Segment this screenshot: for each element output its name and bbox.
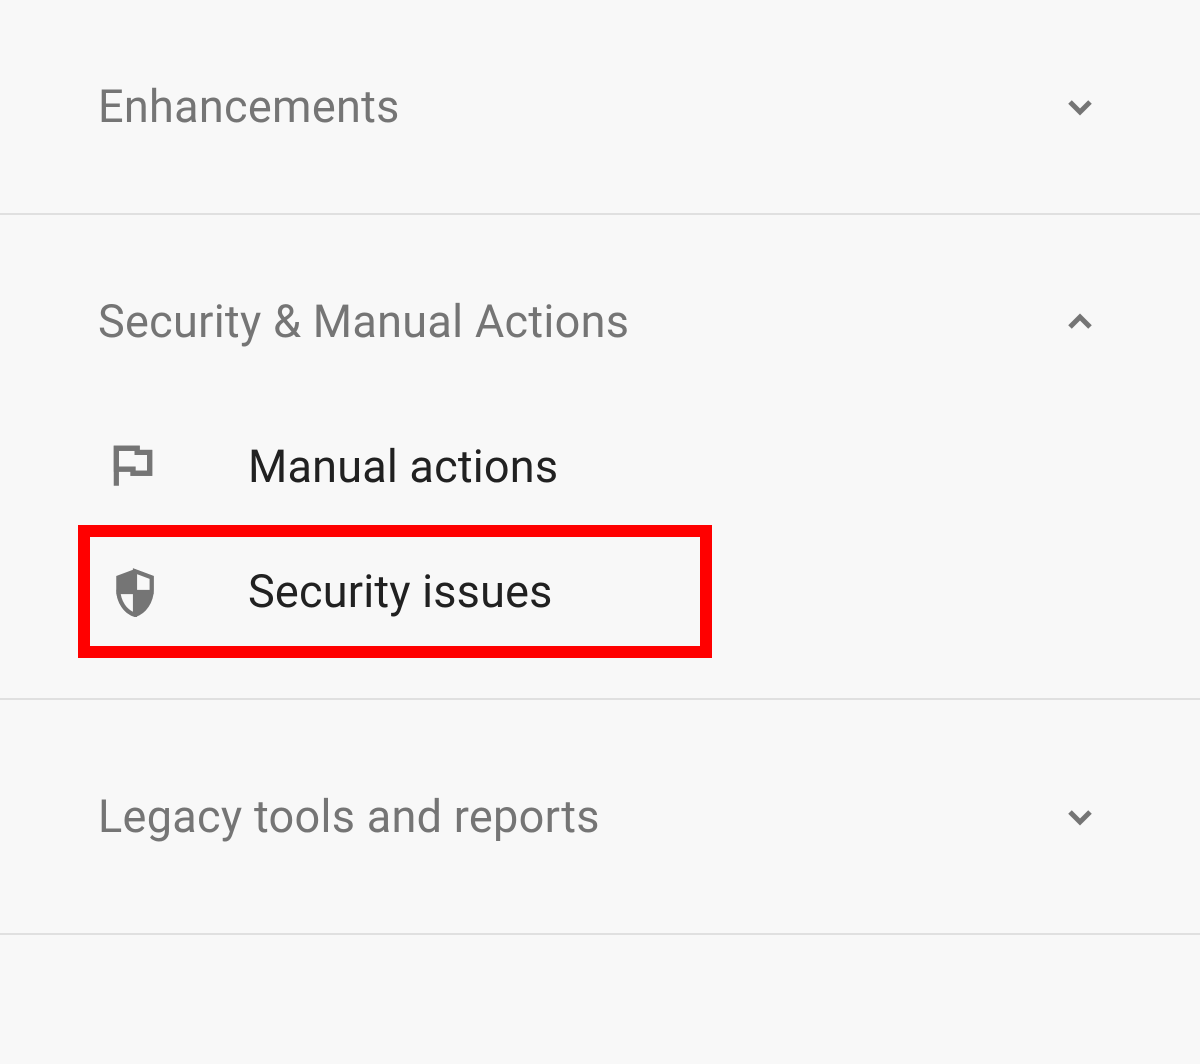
sidebar-item-security-issues[interactable]: Security issues <box>78 525 712 658</box>
flag-icon <box>108 442 158 492</box>
sidebar-item-label: Security issues <box>248 565 553 618</box>
sidebar-item-manual-actions[interactable]: Manual actions <box>0 418 1200 515</box>
sidebar-item-label: Manual actions <box>248 440 558 493</box>
section-title: Legacy tools and reports <box>98 790 600 843</box>
section-title: Security & Manual Actions <box>98 295 629 348</box>
section-header-legacy-tools[interactable]: Legacy tools and reports <box>0 700 1200 933</box>
sidebar-section-enhancements: Enhancements <box>0 0 1200 215</box>
sidebar-section-legacy-tools: Legacy tools and reports <box>0 700 1200 935</box>
section-title: Enhancements <box>98 80 400 133</box>
sidebar-section-security-manual-actions: Security & Manual Actions Manual actions <box>0 215 1200 700</box>
chevron-down-icon <box>1060 797 1100 837</box>
chevron-up-icon <box>1060 302 1100 342</box>
chevron-down-icon <box>1060 87 1100 127</box>
section-header-security-manual-actions[interactable]: Security & Manual Actions <box>0 215 1200 408</box>
section-header-enhancements[interactable]: Enhancements <box>0 0 1200 213</box>
section-subitems: Manual actions Security issues <box>0 418 1200 698</box>
shield-icon <box>110 567 160 617</box>
